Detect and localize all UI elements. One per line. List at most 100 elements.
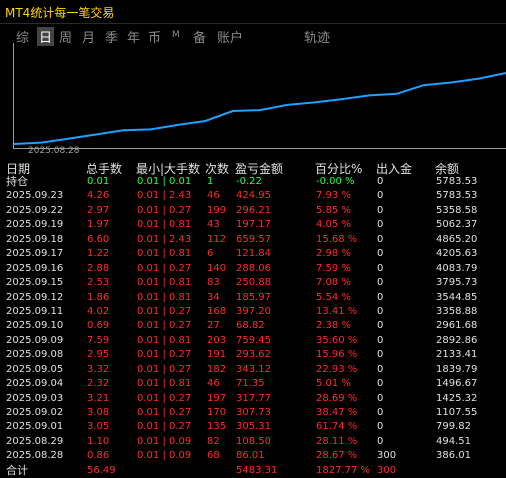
- cell-2: 0.01 | 2.43: [137, 233, 192, 245]
- table-row: 2025.09.23 4.26 0.01 | 2.43 46 424.95 7.93 % 0…: [0, 189, 506, 203]
- cell-0: 2025.09.23: [6, 190, 64, 202]
- cell-7: 3544.85: [436, 291, 478, 303]
- table-row: 2025.09.02 3.08 0.01 | 0.27 170 307.73 38.47 …: [0, 406, 506, 420]
- cell-4: 317.77: [236, 392, 271, 404]
- cell-2: 0.01 | 0.81: [137, 248, 192, 260]
- cell-2: 0.01 | 0.09: [137, 450, 192, 462]
- table-row: 2025.09.03 3.21 0.01 | 0.27 197 317.77 28.69 …: [0, 392, 506, 406]
- cell-4: 121.84: [236, 248, 271, 260]
- cell-5: 2.38 %: [316, 320, 351, 332]
- balance-chart: [13, 43, 506, 149]
- cell-5: 15.68 %: [316, 233, 358, 245]
- table-row: 2025.09.18 6.60 0.01 | 2.43 112 659.57 15.68 …: [0, 233, 506, 247]
- table-row: 2025.09.04 2.32 0.01 | 0.81 46 71.35 5.01 % 0 1…: [0, 377, 506, 391]
- cell-3: 191: [207, 349, 227, 361]
- cell-3: 68: [207, 450, 220, 462]
- cell-3: 46: [207, 190, 220, 202]
- cell-5: 5.54 %: [316, 291, 351, 303]
- window-title: MT4统计每一笔交易: [5, 6, 115, 20]
- cell-7: 1496.67: [436, 378, 478, 390]
- cell-2: 0.01 | 0.81: [137, 378, 192, 390]
- cell-7: 5358.58: [436, 204, 478, 216]
- table-row: 2025.09.17 1.22 0.01 | 0.81 6 121.84 2.98 % 0 4…: [0, 247, 506, 261]
- cell-5: 2.98 %: [316, 248, 351, 260]
- cell-4: 307.73: [236, 407, 271, 418]
- cell-6: 0: [377, 190, 384, 202]
- cell-2: 0.01 | 0.27: [137, 305, 192, 317]
- table-row: 2025.09.09 7.59 0.01 | 0.81 203 759.45 35.60 …: [0, 334, 506, 348]
- cell-0: 2025.09.12: [6, 291, 64, 303]
- cell-3: 112: [207, 233, 227, 245]
- cell-1: 0.86: [87, 450, 110, 462]
- cell-6: 0: [377, 421, 384, 433]
- cell-1: 2.53: [87, 277, 110, 289]
- cell-2: 0.01 | 0.27: [137, 349, 192, 361]
- cell-3: 168: [207, 305, 227, 317]
- total-row: 合计 56.49 5483.31 1827.77 % 300: [0, 464, 506, 478]
- cell-2: 0.01 | 0.81: [137, 334, 192, 346]
- cell-1: 2.97: [87, 204, 110, 216]
- cell-5: 5.85 %: [316, 204, 351, 216]
- cell-7: 386.01: [436, 450, 471, 462]
- cell-6: 300: [377, 450, 397, 462]
- cell-4: 197.17: [236, 219, 271, 231]
- cell-6: 0: [377, 291, 384, 303]
- cell-7: 2892.86: [436, 334, 478, 346]
- cell-3: 182: [207, 363, 227, 375]
- cell-3: 199: [207, 204, 227, 216]
- cell-7: 5062.37: [436, 219, 478, 231]
- cell-2: 0.01 | 0.81: [137, 219, 192, 231]
- cell-5: -0.00 %: [316, 176, 355, 187]
- cell-2: 0.01 | 0.09: [137, 435, 192, 447]
- cell-1: 4.02: [87, 305, 110, 317]
- cell-3: 170: [207, 407, 227, 418]
- cell-0: 合计: [6, 463, 28, 477]
- cell-1: 7.59: [87, 334, 110, 346]
- cell-0: 2025.09.03: [6, 392, 64, 404]
- cell-0: 2025.08.29: [6, 435, 64, 447]
- cell-4: 293.62: [236, 349, 271, 361]
- cell-3: 135: [207, 421, 227, 433]
- cell-6: 0: [377, 204, 384, 216]
- cell-6: 0: [377, 435, 384, 447]
- cell-6: 0: [377, 378, 384, 390]
- cell-4: 759.45: [236, 334, 271, 346]
- cell-4: 343.12: [236, 363, 271, 375]
- position-row: 持仓 0.01 0.01 | 0.01 1 -0.22 -0.00 % 0 5783.53: [0, 175, 506, 189]
- cell-6: 0: [377, 176, 384, 187]
- table-row: 2025.08.29 1.10 0.01 | 0.09 82 108.50 28.11 %…: [0, 435, 506, 449]
- cell-3: 46: [207, 378, 220, 390]
- table-row: 2025.09.10 0.69 0.01 | 0.27 27 68.82 2.38 % 0 2…: [0, 319, 506, 333]
- table-row: 2025.09.15 2.53 0.01 | 0.81 83 250.88 7.08 % 0…: [0, 276, 506, 290]
- cell-0: 2025.09.11: [6, 305, 64, 317]
- title-bar: MT4统计每一笔交易: [0, 0, 506, 24]
- cell-7: 494.51: [436, 435, 471, 447]
- cell-5: 15.96 %: [316, 349, 358, 361]
- cell-2: 0.01 | 0.27: [137, 407, 192, 418]
- cell-3: 27: [207, 320, 220, 332]
- table-row: 2025.09.22 2.97 0.01 | 0.27 199 296.21 5.85 %…: [0, 204, 506, 218]
- table-row: 2025.09.08 2.95 0.01 | 0.27 191 293.62 15.96 …: [0, 348, 506, 362]
- cell-1: 6.60: [87, 233, 110, 245]
- cell-0: 2025.09.15: [6, 277, 64, 289]
- cell-5: 35.60 %: [316, 334, 358, 346]
- cell-7: 2961.68: [436, 320, 478, 332]
- table-row: 2025.09.12 1.86 0.01 | 0.81 34 185.97 5.54 % 0…: [0, 291, 506, 305]
- tab-7[interactable]: M: [172, 30, 180, 40]
- cell-2: 0.01 | 0.81: [137, 291, 192, 303]
- cell-2: 0.01 | 0.27: [137, 392, 192, 404]
- cell-1: 2.95: [87, 349, 110, 361]
- cell-4: -0.22: [236, 176, 262, 187]
- cell-2: 0.01 | 0.27: [137, 363, 192, 375]
- table-row: 2025.09.11 4.02 0.01 | 0.27 168 397.20 13.41 …: [0, 305, 506, 319]
- cell-4: 305.31: [236, 421, 271, 433]
- cell-0: 2025.09.10: [6, 320, 64, 332]
- cell-2: 0.01 | 0.27: [137, 204, 192, 216]
- cell-5: 1827.77 %: [316, 464, 371, 476]
- cell-4: 108.50: [236, 435, 271, 447]
- cell-5: 61.74 %: [316, 421, 358, 433]
- cell-0: 2025.09.19: [6, 219, 64, 231]
- cell-0: 2025.08.28: [6, 450, 64, 462]
- cell-6: 0: [377, 407, 384, 418]
- cell-7: 4865.20: [436, 233, 478, 245]
